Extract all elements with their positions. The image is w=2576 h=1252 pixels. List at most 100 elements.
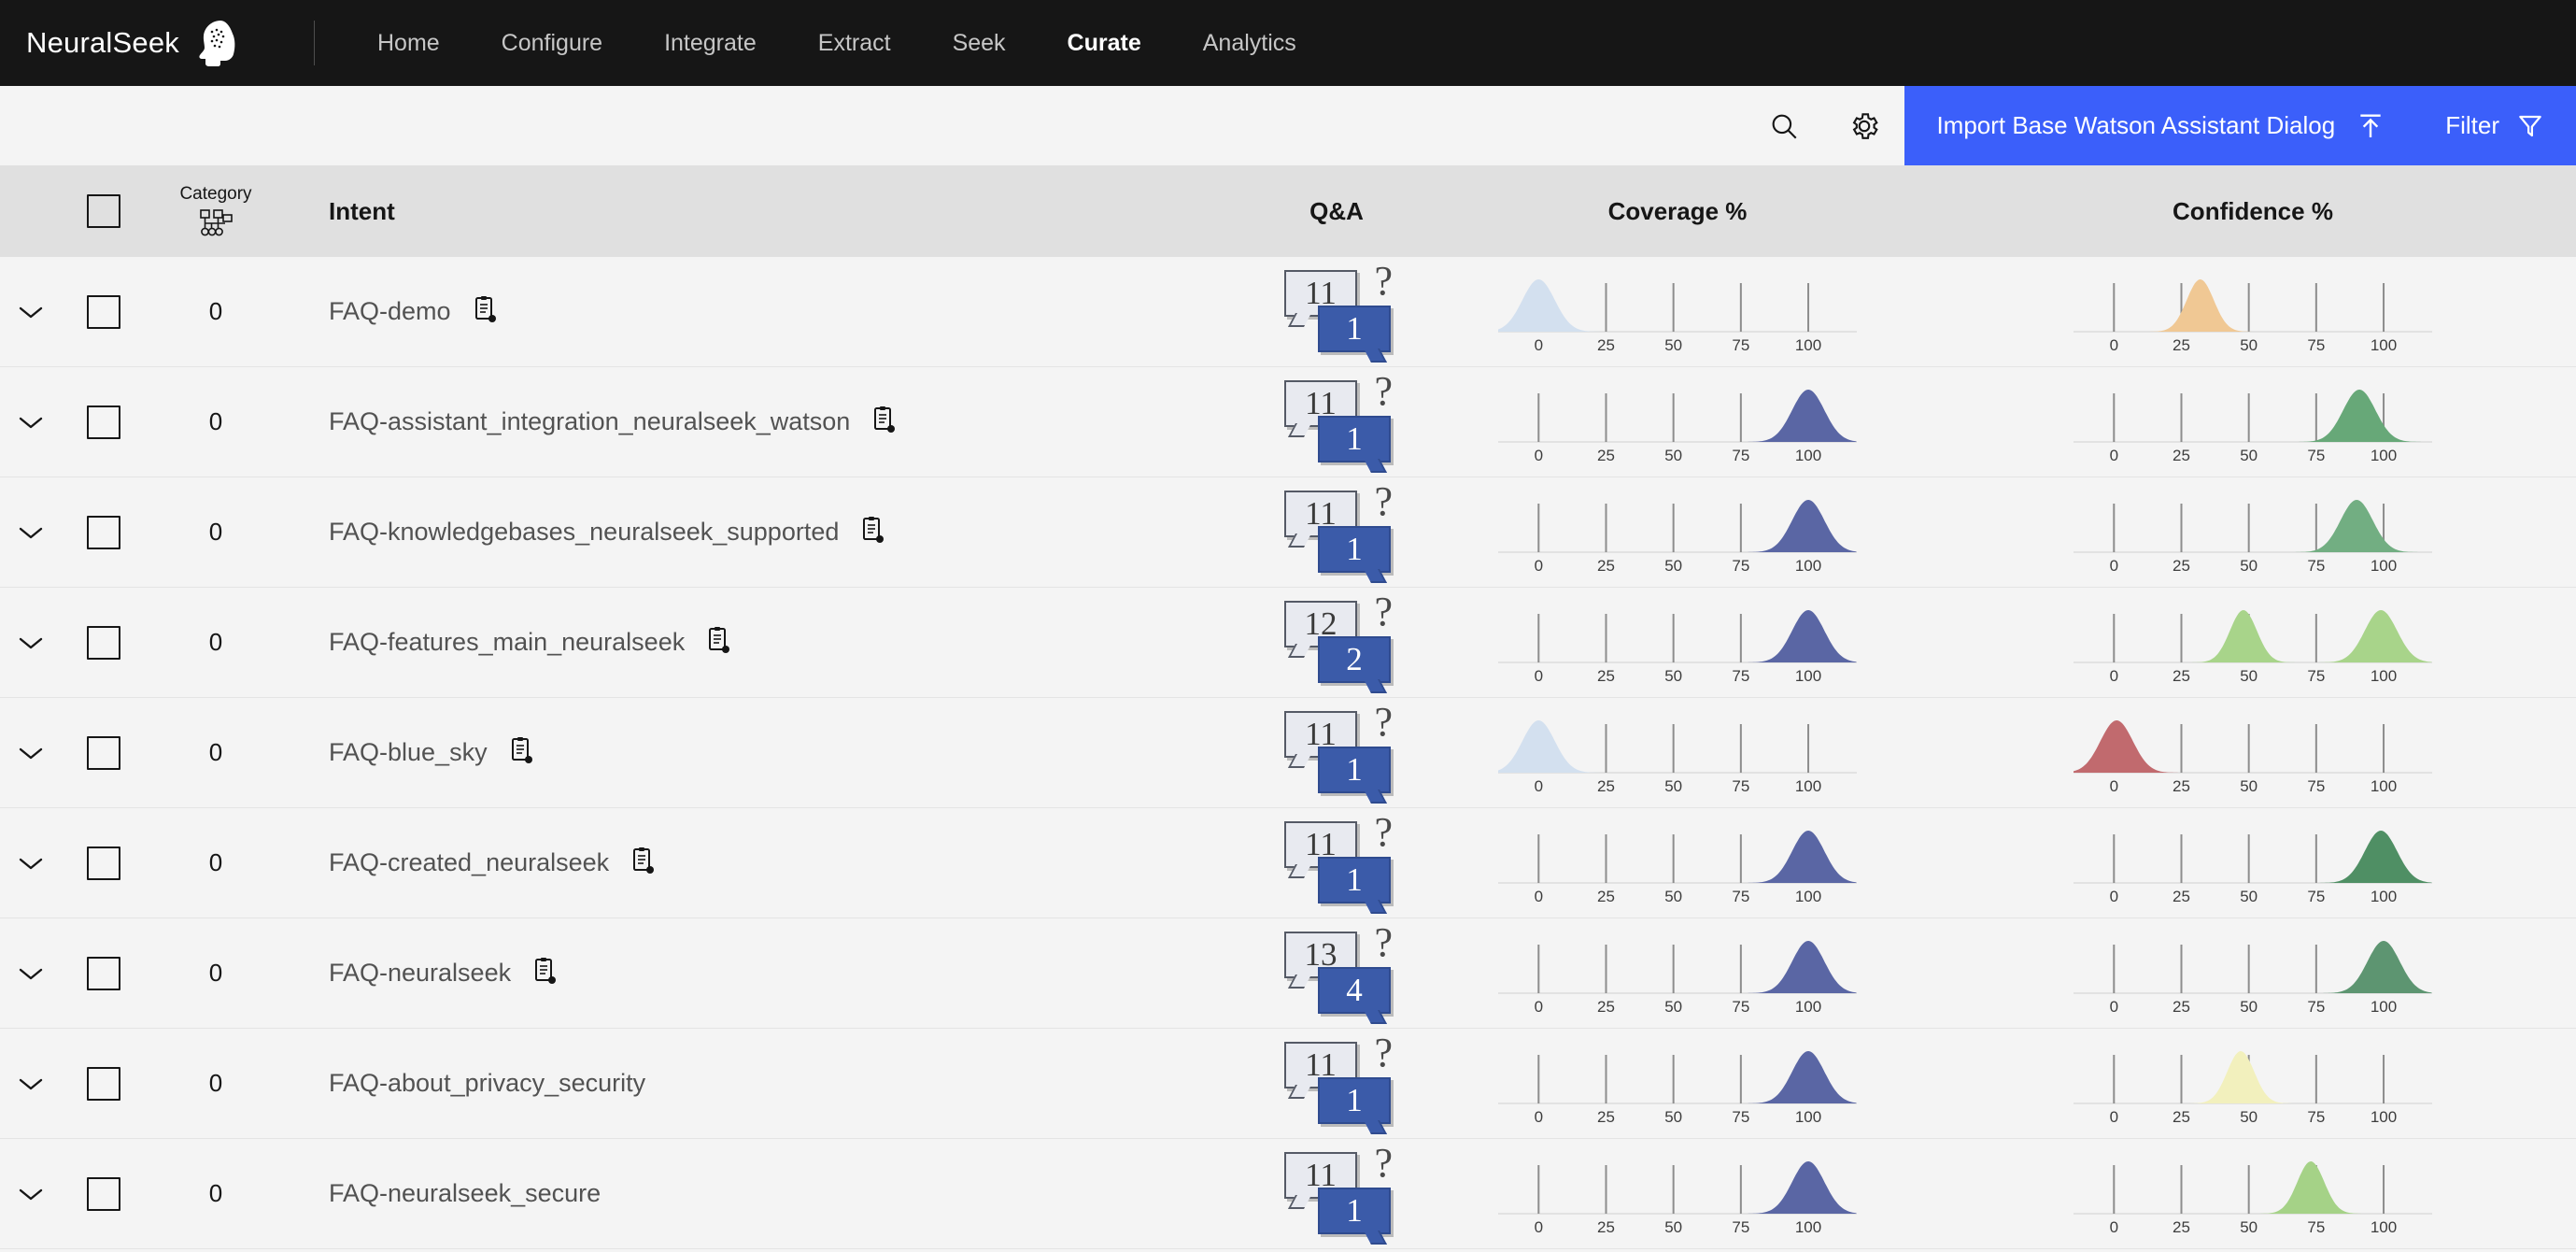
table-row[interactable]: 0 FAQ-created_neuralseek ? 11 1 0 25 50 75 100 0 25… — [0, 808, 2576, 918]
row-qa-cell[interactable]: ? 11 1 — [1248, 699, 1425, 799]
nav-items: Home Configure Integrate Extract Seek Cu… — [347, 0, 1327, 86]
nav-item-extract[interactable]: Extract — [787, 0, 922, 86]
table-row[interactable]: 0 FAQ-assistant_integration_neuralseek_wa… — [0, 367, 2576, 477]
svg-text:25: 25 — [1597, 777, 1615, 793]
row-expand-toggle[interactable] — [0, 1188, 62, 1201]
chevron-down-icon — [19, 1078, 43, 1089]
table-row[interactable]: 0 FAQ-blue_sky ? 11 1 0 25 50 75 100 0 25 50 75 100 — [0, 698, 2576, 808]
row-checkbox[interactable] — [87, 735, 120, 770]
svg-text:75: 75 — [2307, 1108, 2325, 1124]
table-row[interactable]: 0 FAQ-neuralseek_secure ? 11 1 0 25 50 75 100 0 25 5… — [0, 1139, 2576, 1249]
row-qa-cell[interactable]: ? 13 4 — [1248, 919, 1425, 1019]
row-intent-cell: FAQ-assistant_integration_neuralseek_wat… — [286, 405, 1248, 438]
svg-text:25: 25 — [2173, 557, 2190, 573]
row-checkbox[interactable] — [87, 846, 120, 880]
row-document-button[interactable] — [630, 847, 656, 879]
row-expand-toggle[interactable] — [0, 636, 62, 649]
row-document-button[interactable] — [870, 405, 897, 438]
row-checkbox[interactable] — [87, 515, 120, 549]
svg-text:50: 50 — [2240, 998, 2258, 1014]
qa-badge-group: ? 12 2 — [1284, 589, 1393, 689]
row-qa-cell[interactable]: ? 11 1 — [1248, 1030, 1425, 1130]
row-category-cell: 0 — [146, 959, 286, 988]
row-select-cell — [62, 956, 146, 990]
brain-head-icon — [199, 21, 235, 66]
filter-button-label: Filter — [2445, 111, 2499, 139]
row-category-value: 0 — [208, 628, 223, 656]
document-icon — [874, 406, 896, 433]
settings-button[interactable] — [1824, 86, 1905, 165]
svg-text:25: 25 — [1597, 667, 1615, 683]
qa-badge-group: ? 11 1 — [1284, 478, 1393, 578]
table-row[interactable]: 0 FAQ-about_privacy_security? 11 1 0 25 50 75 10… — [0, 1029, 2576, 1139]
qa-badge-group: ? 11 1 — [1284, 258, 1393, 358]
question-mark-icon: ? — [1374, 477, 1393, 524]
row-select-cell — [62, 1066, 146, 1101]
select-all-checkbox[interactable] — [87, 194, 120, 228]
table-row[interactable]: 0 FAQ-demo ? 11 1 0 25 50 75 100 0 25 50 75 100 — [0, 257, 2576, 367]
row-checkbox[interactable] — [87, 956, 120, 990]
row-expand-toggle[interactable] — [0, 306, 62, 319]
row-document-button[interactable] — [531, 957, 558, 989]
question-mark-icon: ? — [1374, 1139, 1393, 1186]
row-select-cell — [62, 735, 146, 770]
svg-text:100: 100 — [2371, 998, 2397, 1014]
table-row[interactable]: 0 FAQ-knowledgebases_neuralseek_supported… — [0, 477, 2576, 588]
svg-text:50: 50 — [2240, 777, 2258, 793]
filter-button[interactable]: Filter — [2421, 86, 2576, 165]
table-row[interactable]: 0 FAQ-features_main_neuralseek ? 12 2 0 25 50 75… — [0, 588, 2576, 698]
document-icon — [535, 958, 557, 984]
row-qa-cell[interactable]: ? 11 1 — [1248, 478, 1425, 578]
row-intent-cell: FAQ-created_neuralseek — [286, 847, 1248, 879]
row-checkbox[interactable] — [87, 625, 120, 660]
row-qa-cell[interactable]: ? 11 1 — [1248, 1140, 1425, 1240]
svg-text:100: 100 — [2371, 336, 2397, 352]
row-confidence-chart: 0 25 50 75 100 — [1930, 933, 2576, 1014]
row-checkbox[interactable] — [87, 1176, 120, 1211]
svg-text:75: 75 — [1732, 998, 1749, 1014]
svg-text:75: 75 — [2307, 998, 2325, 1014]
row-expand-toggle[interactable] — [0, 747, 62, 760]
row-expand-toggle[interactable] — [0, 526, 62, 539]
row-qa-cell[interactable]: ? 11 1 — [1248, 368, 1425, 468]
nav-item-configure[interactable]: Configure — [471, 0, 633, 86]
svg-text:25: 25 — [1597, 447, 1615, 462]
row-expand-toggle[interactable] — [0, 967, 62, 980]
brand-logo-group[interactable]: NeuralSeek — [26, 20, 235, 66]
row-document-button[interactable] — [508, 736, 534, 769]
svg-text:0: 0 — [1535, 557, 1543, 573]
row-qa-cell[interactable]: ? 11 1 — [1248, 809, 1425, 909]
row-checkbox[interactable] — [87, 405, 120, 439]
nav-item-integrate[interactable]: Integrate — [633, 0, 787, 86]
svg-text:25: 25 — [1597, 998, 1615, 1014]
row-intent-name: FAQ-created_neuralseek — [329, 848, 610, 876]
import-button-label: Import Base Watson Assistant Dialog — [1936, 111, 2336, 139]
nav-item-analytics[interactable]: Analytics — [1172, 0, 1327, 86]
row-expand-toggle[interactable] — [0, 857, 62, 870]
table-row[interactable]: 0 FAQ-neuralseek ? 13 4 0 25 50 75 100 0 25 50 75 100 — [0, 918, 2576, 1029]
row-checkbox[interactable] — [87, 294, 120, 329]
svg-text:75: 75 — [1732, 888, 1749, 903]
import-base-watson-assistant-dialog-button[interactable]: Import Base Watson Assistant Dialog — [1904, 86, 2422, 165]
row-category-value: 0 — [208, 518, 223, 546]
row-select-cell — [62, 294, 146, 329]
nav-item-home[interactable]: Home — [347, 0, 471, 86]
nav-item-curate[interactable]: Curate — [1037, 0, 1172, 86]
row-qa-cell[interactable]: ? 11 1 — [1248, 258, 1425, 358]
row-expand-toggle[interactable] — [0, 1077, 62, 1090]
nav-item-seek[interactable]: Seek — [922, 0, 1037, 86]
document-icon — [863, 517, 885, 543]
hierarchy-icon — [200, 208, 233, 235]
header-category-cell: Category — [146, 184, 286, 239]
svg-text:75: 75 — [2307, 777, 2325, 793]
row-document-button[interactable] — [705, 626, 731, 659]
svg-text:100: 100 — [1795, 336, 1821, 352]
search-button[interactable] — [1744, 86, 1825, 165]
svg-text:0: 0 — [2110, 557, 2118, 573]
row-qa-cell[interactable]: ? 12 2 — [1248, 589, 1425, 689]
svg-text:100: 100 — [2371, 447, 2397, 462]
row-checkbox[interactable] — [87, 1066, 120, 1101]
row-document-button[interactable] — [472, 295, 498, 328]
row-document-button[interactable] — [859, 516, 885, 548]
row-expand-toggle[interactable] — [0, 416, 62, 429]
